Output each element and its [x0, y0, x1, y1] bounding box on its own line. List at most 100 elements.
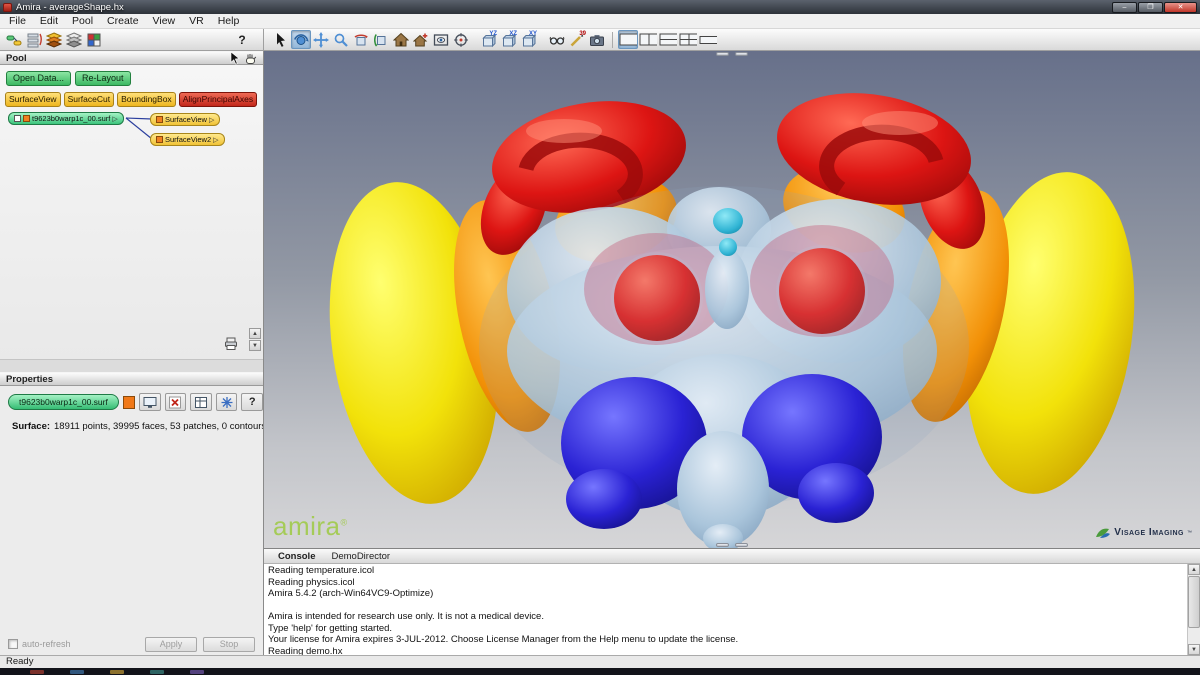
viewport-splitter-top[interactable] — [716, 52, 748, 56]
rotate-x-icon[interactable] — [371, 30, 391, 49]
trackball-icon[interactable] — [291, 30, 311, 49]
surfaceview-node-color-icon[interactable] — [156, 116, 163, 123]
measure-icon[interactable]: 39 — [567, 30, 587, 49]
surfacecut-button[interactable]: SurfaceCut — [63, 92, 115, 107]
stereo-glasses-icon[interactable] — [547, 30, 567, 49]
taskbar-item — [70, 669, 84, 674]
lattice-button[interactable] — [215, 393, 238, 411]
console-line: Your license for Amira expires 3-JUL-201… — [268, 634, 739, 645]
menu-item[interactable]: Pool — [65, 14, 100, 29]
colored-layers-glyph — [46, 31, 62, 48]
console-output[interactable]: Reading temperature.icol Reading physics.… — [264, 564, 1200, 655]
home-icon[interactable] — [391, 30, 411, 49]
alignprincipalaxes-button[interactable]: AlignPrincipalAxes — [178, 92, 258, 107]
amira-window: Amira - averageShape.hx – ❐ ✕ File Edit Po… — [0, 0, 1200, 675]
menu-item[interactable]: File — [2, 14, 33, 29]
layout-four-icon[interactable] — [678, 30, 698, 49]
auto-refresh-checkbox[interactable] — [8, 639, 18, 649]
pool-canvas[interactable]: Open Data... Re-Layout SurfaceView Surfa… — [0, 65, 263, 359]
boundingbox-button[interactable]: BoundingBox — [117, 92, 176, 107]
surfaceview-button[interactable]: SurfaceView — [5, 92, 61, 107]
layout-single-icon[interactable] — [618, 30, 638, 49]
print-network-icon[interactable] — [224, 337, 242, 353]
pool-title: Pool — [6, 52, 27, 64]
layout-wide-icon[interactable] — [698, 30, 718, 49]
view-xz-icon[interactable]: XZ — [499, 30, 519, 49]
colored-layers-icon[interactable] — [44, 30, 64, 49]
console-scroll-thumb[interactable] — [1188, 576, 1200, 628]
zoom-icon[interactable] — [331, 30, 351, 49]
menu-item[interactable]: Edit — [33, 14, 65, 29]
object-pool-glyph — [6, 35, 22, 45]
tab-console[interactable]: Console — [278, 551, 315, 562]
translate-icon[interactable] — [311, 30, 331, 49]
console-scrollbar[interactable]: ▲ ▼ — [1187, 564, 1200, 655]
viewport-3d[interactable]: amira® Visage Imaging ™ — [264, 51, 1200, 548]
set-home-glyph — [413, 33, 428, 46]
layout-two-vertical-icon[interactable] — [638, 30, 658, 49]
view-yz-icon[interactable]: YZ — [479, 30, 499, 49]
module-help-button[interactable]: ? — [241, 393, 263, 411]
gray-layers-icon[interactable] — [64, 30, 84, 49]
surfaceview2-node[interactable]: SurfaceView2 ▷ — [150, 133, 225, 146]
remove-module-button[interactable] — [164, 393, 187, 411]
menu-item[interactable]: Help — [211, 14, 247, 29]
tree-view-icon[interactable] — [24, 30, 44, 49]
red-sphere-left — [611, 252, 703, 344]
seek-icon[interactable] — [451, 30, 471, 49]
view-all-icon[interactable] — [431, 30, 451, 49]
surfaceview2-node-color-icon[interactable] — [156, 136, 163, 143]
data-node-color-icon[interactable] — [23, 115, 30, 122]
viewer-toggle-button[interactable] — [139, 393, 161, 411]
stereo-glasses-glyph — [549, 36, 565, 45]
data-node-arrow-icon[interactable]: ▷ — [112, 115, 117, 123]
left-panel: Pool Open Data... Re-Layout SurfaceView … — [0, 51, 264, 655]
maximize-button[interactable]: ❐ — [1138, 1, 1163, 13]
relayout-button[interactable]: Re-Layout — [75, 71, 131, 86]
pool-scroll-down-icon[interactable]: ▼ — [249, 340, 261, 351]
rotate-y-icon[interactable] — [351, 30, 371, 49]
visage-tm: ™ — [1187, 529, 1192, 536]
selected-module-pill[interactable]: t9623b0warp1c_00.surf — [8, 394, 119, 410]
open-data-button[interactable]: Open Data... — [6, 71, 72, 86]
view-xy-icon[interactable]: XY — [519, 30, 539, 49]
menu-item[interactable]: VR — [182, 14, 211, 29]
menu-item[interactable]: Create — [100, 14, 146, 29]
taskbar-sliver — [0, 668, 1200, 675]
stop-button[interactable]: Stop — [203, 636, 255, 652]
snapshot-icon[interactable] — [587, 30, 607, 49]
module-color-swatch[interactable] — [122, 395, 136, 409]
close-button[interactable]: ✕ — [1164, 1, 1197, 13]
data-node-display-icon[interactable] — [14, 115, 21, 122]
data-node[interactable]: t9623b0warp1c_00.surf ▷ — [8, 112, 124, 125]
help-icon[interactable]: ? — [231, 33, 253, 47]
tab-demodirector[interactable]: DemoDirector — [331, 551, 390, 562]
data-table-button[interactable] — [190, 393, 212, 411]
brain-3d-render[interactable] — [264, 51, 1200, 548]
titlebar[interactable]: Amira - averageShape.hx – ❐ ✕ — [0, 0, 1200, 14]
layout-four-glyph — [679, 33, 697, 45]
minimize-button[interactable]: – — [1112, 1, 1137, 13]
layout-two-horizontal-icon[interactable] — [658, 30, 678, 49]
surfaceview-node[interactable]: SurfaceView ▷ — [150, 113, 221, 126]
menu-item[interactable]: View — [146, 14, 183, 29]
pool-pointer-icon[interactable] — [227, 51, 242, 65]
home-glyph — [393, 32, 409, 46]
viewport-splitter-bottom[interactable] — [716, 543, 748, 547]
color-grid-icon[interactable] — [84, 30, 104, 49]
object-pool-icon[interactable] — [4, 30, 24, 49]
surfaceview-node-arrow-icon[interactable]: ▷ — [209, 116, 214, 124]
console-scroll-down-icon[interactable]: ▼ — [1188, 644, 1200, 655]
surfaceview2-node-arrow-icon[interactable]: ▷ — [213, 136, 218, 144]
viewer-toolbar: YZ XZ XY 39 — [264, 29, 1200, 50]
pool-hand-icon[interactable] — [242, 52, 257, 65]
pointer-icon[interactable] — [271, 30, 291, 49]
visage-leaf-icon — [1096, 528, 1111, 538]
pool-scrollbar[interactable]: ▲ ▼ — [249, 328, 262, 352]
console-scroll-up-icon[interactable]: ▲ — [1188, 564, 1200, 575]
measure-value-label: 39 — [579, 31, 586, 37]
apply-button[interactable]: Apply — [145, 636, 197, 652]
pool-scroll-up-icon[interactable]: ▲ — [249, 328, 261, 339]
set-home-icon[interactable] — [411, 30, 431, 49]
node-connection-lines — [125, 117, 153, 140]
